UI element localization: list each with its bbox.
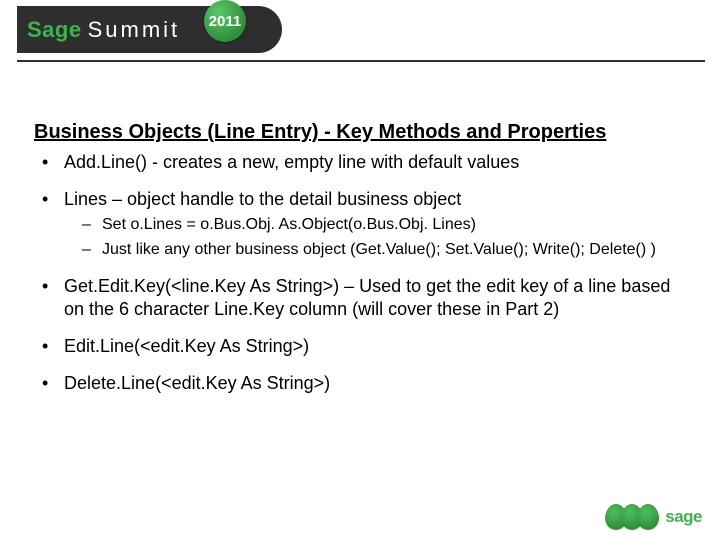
brand-summit-text: Summit (88, 17, 181, 43)
slide-content: Business Objects (Line Entry) - Key Meth… (34, 120, 682, 409)
bullet-list: Add.Line() - creates a new, empty line w… (34, 151, 682, 395)
header-divider (17, 60, 705, 62)
slide-title: Business Objects (Line Entry) - Key Meth… (34, 120, 682, 145)
bullet-text: Delete.Line(<edit.Key As String>) (64, 373, 330, 393)
list-item: Delete.Line(<edit.Key As String>) (34, 372, 682, 395)
footer-brand-text: sage (665, 507, 702, 527)
bullet-text: Add.Line() - creates a new, empty line w… (64, 152, 519, 172)
list-item: Get.Edit.Key(<line.Key As String>) – Use… (34, 275, 682, 321)
slide-header: Sage Summit 2011 (0, 0, 720, 80)
list-item: Just like any other business object (Get… (82, 240, 682, 261)
bullet-text: Edit.Line(<edit.Key As String>) (64, 336, 309, 356)
footer-logo: sage (605, 504, 702, 530)
bullet-text: Lines – object handle to the detail busi… (64, 189, 461, 209)
brand-sage-text: Sage (27, 17, 82, 43)
year-text: 2011 (209, 13, 242, 30)
list-item: Lines – object handle to the detail busi… (34, 188, 682, 261)
sub-bullet-text: Set o.Lines = o.Bus.Obj. As.Object(o.Bus… (102, 216, 476, 233)
list-item: Set o.Lines = o.Bus.Obj. As.Object(o.Bus… (82, 215, 682, 236)
year-badge-icon: 2011 (204, 0, 246, 42)
sub-bullet-list: Set o.Lines = o.Bus.Obj. As.Object(o.Bus… (82, 215, 682, 261)
logo-blob-icon (637, 504, 659, 530)
bullet-text: Get.Edit.Key(<line.Key As String>) – Use… (64, 276, 670, 319)
sub-bullet-text: Just like any other business object (Get… (102, 241, 656, 258)
list-item: Add.Line() - creates a new, empty line w… (34, 151, 682, 174)
list-item: Edit.Line(<edit.Key As String>) (34, 335, 682, 358)
